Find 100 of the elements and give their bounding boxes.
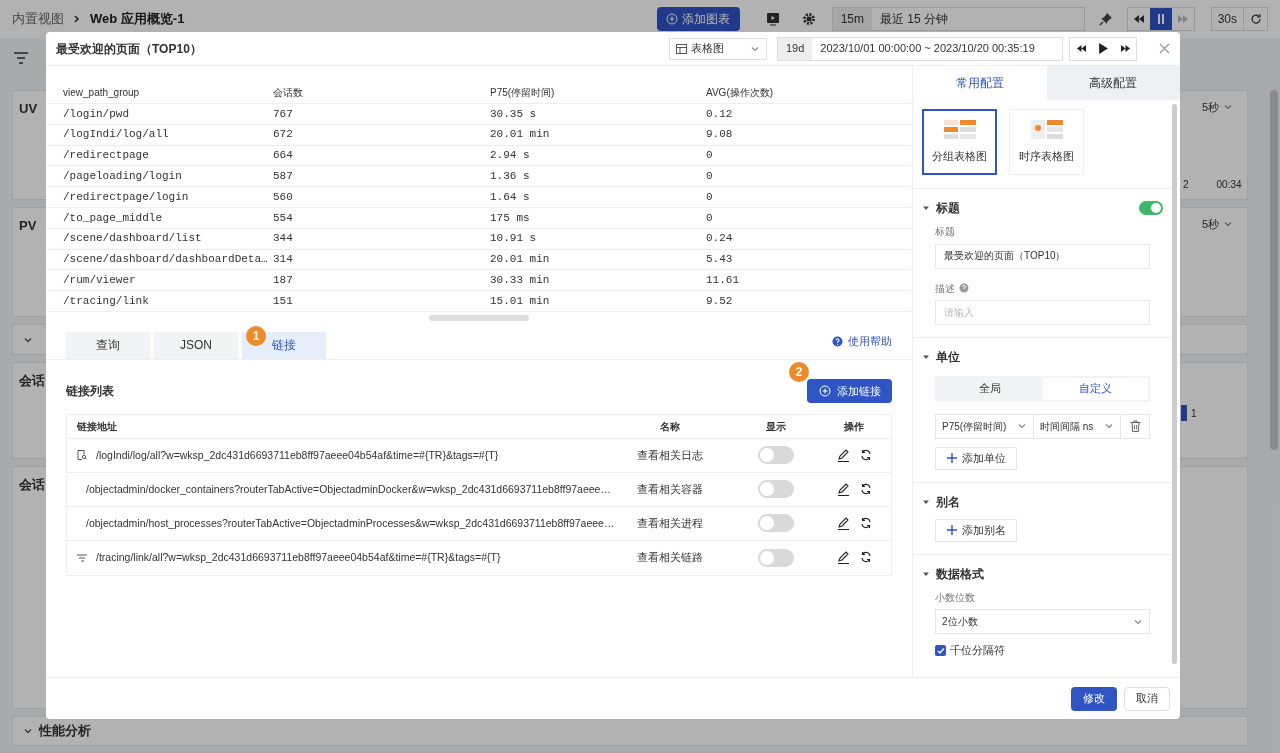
interval-dropdown[interactable]: 5秒 (1201, 99, 1233, 116)
toggle-switch[interactable] (758, 514, 794, 533)
section-heading: 别名 (936, 493, 960, 511)
description-input[interactable]: 请输入 (935, 299, 1150, 325)
table-cell: 175 ms (490, 211, 530, 224)
table-cell: 0 (706, 190, 713, 203)
help-icon[interactable] (959, 283, 969, 293)
group-title: 性能分析 (39, 722, 91, 741)
refresh-icon[interactable] (859, 448, 872, 461)
column-header: 名称 (660, 420, 680, 432)
forward-icon (1119, 44, 1131, 53)
chart-type-label: 时序表格图 (1019, 148, 1074, 164)
column-header: 操作 (844, 420, 864, 432)
table-cell: 20.01 min (490, 128, 550, 141)
submit-button[interactable]: 修改 (1071, 686, 1117, 711)
chevron-down-icon (1017, 421, 1027, 431)
add-unit-button[interactable]: 添加单位 (935, 446, 1017, 470)
toggle-switch[interactable] (758, 446, 794, 465)
step-badge: 1 (246, 325, 266, 346)
table-cell: /to_page_middle (63, 211, 163, 224)
table-cell: /redirectpage (63, 149, 149, 162)
table-cell: 0 (706, 211, 713, 224)
chevron-right-icon (72, 14, 82, 24)
title-input[interactable]: 最受欢迎的页面（TOP10） (935, 243, 1150, 269)
resize-handle[interactable] (429, 314, 529, 321)
table-cell: 1.64 s (490, 190, 530, 203)
add-link-button[interactable]: 添加链接 (807, 378, 892, 403)
editor-tab[interactable]: 查询 (66, 331, 150, 359)
refresh-icon[interactable] (859, 516, 872, 529)
breadcrumb-link[interactable]: 内置视图 (12, 9, 64, 29)
grouped-table-icon (943, 119, 976, 140)
column-header[interactable]: P75(停留时间) (490, 87, 555, 98)
table-cell: 151 (273, 294, 293, 307)
table-cell: 9.08 (706, 128, 733, 141)
modal-title: 最受欢迎的页面（TOP10） (56, 40, 202, 58)
rewind-icon (1075, 44, 1087, 53)
table-cell: 11.61 (706, 274, 739, 286)
play-screen-icon[interactable] (765, 12, 780, 26)
config-tab[interactable]: 高级配置 (1046, 66, 1180, 100)
table-cell: 30.35 s (490, 107, 537, 120)
chart-type-card[interactable]: 分组表格图 (922, 109, 997, 175)
scope-tab[interactable]: 全局 (937, 377, 1043, 400)
refresh-icon (1249, 13, 1262, 25)
section-heading: 单位 (936, 348, 960, 366)
table-cell: 767 (273, 107, 293, 120)
table-cell: /login/pwd (63, 107, 129, 120)
pin-icon[interactable] (1098, 12, 1113, 26)
table-cell: /pageloading/login (63, 170, 182, 183)
view-type-select[interactable]: 表格图 (669, 37, 767, 60)
add-chart-button[interactable]: 添加图表 (656, 7, 740, 31)
link-name: 查看相关日志 (637, 448, 703, 461)
field-label: 小数位数 (935, 591, 975, 603)
trash-icon[interactable] (1129, 420, 1141, 432)
table-cell: 15.01 min (490, 294, 550, 307)
chart-type-card[interactable]: 时序表格图 (1009, 109, 1084, 175)
refresh-icon[interactable] (859, 482, 872, 495)
table-cell: 30.33 min (490, 274, 550, 286)
editor-tab[interactable]: JSON (154, 331, 238, 359)
settings-icon[interactable] (801, 12, 816, 26)
toggle-switch[interactable] (758, 548, 794, 567)
unit-select[interactable]: 时间间隔 ns (1034, 414, 1121, 438)
help-link[interactable]: 使用帮助 (832, 333, 892, 350)
plus-circle-icon (818, 384, 831, 397)
field-select[interactable]: P75(停留时间) (936, 414, 1034, 438)
scrollbar[interactable] (1172, 104, 1177, 664)
table-cell: 2.94 s (490, 149, 530, 162)
add-alias-button[interactable]: 添加别名 (935, 518, 1017, 542)
axis-label: 2 (1183, 178, 1189, 192)
edit-icon[interactable] (836, 551, 850, 565)
timeseries-table-icon (1030, 119, 1063, 140)
refresh-icon[interactable] (859, 551, 872, 564)
checkbox[interactable] (935, 645, 946, 657)
section-heading: 标题 (936, 200, 960, 217)
cancel-button[interactable]: 取消 (1124, 686, 1170, 711)
toggle-switch[interactable] (1139, 201, 1163, 215)
edit-icon[interactable] (836, 516, 850, 530)
play-icon (1098, 43, 1108, 54)
close-icon[interactable] (1159, 43, 1170, 54)
edit-icon[interactable] (836, 448, 850, 462)
caret-down-icon[interactable] (922, 204, 930, 212)
panel-title: 会话 (19, 476, 45, 494)
pause-button[interactable] (1149, 8, 1172, 30)
interval-dropdown[interactable]: 5秒 (1201, 216, 1233, 233)
toggle-switch[interactable] (758, 480, 794, 499)
column-header[interactable]: view_path_group (63, 87, 140, 98)
scrollbar[interactable] (1270, 90, 1278, 450)
pause-icon (1156, 14, 1165, 24)
column-header[interactable]: 会话数 (273, 87, 303, 98)
chevron-down-icon (1104, 421, 1114, 431)
filter-icon[interactable] (14, 52, 28, 64)
link-name: 查看相关容器 (637, 482, 703, 495)
scope-tab[interactable]: 自定义 (1042, 377, 1148, 400)
table-cell: /scene/dashboard/dashboardDeta… (63, 253, 268, 266)
chevron-down-icon[interactable] (23, 726, 33, 736)
table-cell: 187 (273, 274, 293, 286)
decimals-select[interactable]: 2位小数 (935, 609, 1150, 634)
column-header[interactable]: AVG(操作次数) (706, 87, 774, 98)
table-cell: 10.91 s (490, 232, 537, 245)
edit-icon[interactable] (836, 482, 850, 496)
table-cell: 344 (273, 232, 293, 245)
